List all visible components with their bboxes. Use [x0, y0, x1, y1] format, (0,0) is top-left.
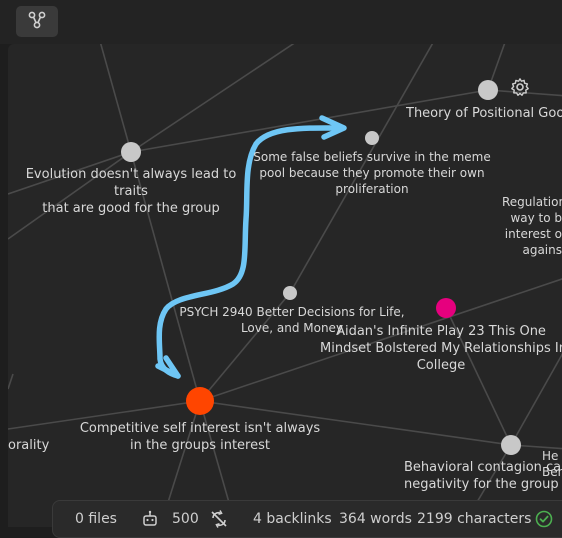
- graph-node-evolution[interactable]: [121, 142, 141, 162]
- node-label-infinite-play: Aidan's Infinite Play 23 This One Mindse…: [320, 324, 562, 373]
- check-circle-icon[interactable]: [535, 510, 553, 532]
- graph-node-behavioral[interactable]: [501, 435, 521, 455]
- node-label-false-beliefs: Some false beliefs survive in the meme p…: [253, 150, 491, 196]
- status-backlinks[interactable]: 4 backlinks: [253, 511, 332, 527]
- node-label-regulation: Regulation way to b interest o agains: [502, 195, 562, 257]
- status-characters: 2199 characters: [417, 511, 532, 527]
- node-label-morality: orality: [8, 438, 50, 453]
- graph-view-button[interactable]: [16, 6, 58, 37]
- graph-canvas[interactable]: Evolution doesn't always lead to traits …: [8, 44, 562, 527]
- graph-node-false-beliefs[interactable]: [365, 131, 379, 145]
- status-words: 364 words: [339, 511, 412, 527]
- node-label-evolution: Evolution doesn't always lead to traits …: [25, 167, 237, 216]
- status-bar: 0 files 500 4 backlinks 364 words 2199 c…: [52, 500, 562, 538]
- top-toolbar: [0, 0, 562, 44]
- gear-icon: [510, 77, 530, 101]
- node-label-competitive: Competitive self interest isn't always i…: [79, 421, 321, 453]
- node-label-positional: Theory of Positional Goo: [406, 106, 562, 121]
- graph-icon: [28, 11, 46, 33]
- graph-settings-button[interactable]: [509, 78, 531, 100]
- graph-node-competitive[interactable]: [186, 387, 214, 415]
- graph-node-positional[interactable]: [478, 80, 498, 100]
- graph-node-psych2940[interactable]: [283, 286, 297, 300]
- node-label-he: He Beha: [542, 449, 562, 479]
- robot-icon[interactable]: [141, 510, 159, 532]
- sync-off-icon[interactable]: [209, 509, 229, 533]
- status-count: 500: [172, 511, 199, 527]
- graph-node-infinite-play[interactable]: [436, 298, 456, 318]
- node-label-behavioral: Behavioral contagion can negativity for …: [404, 460, 562, 492]
- status-files[interactable]: 0 files: [75, 511, 117, 527]
